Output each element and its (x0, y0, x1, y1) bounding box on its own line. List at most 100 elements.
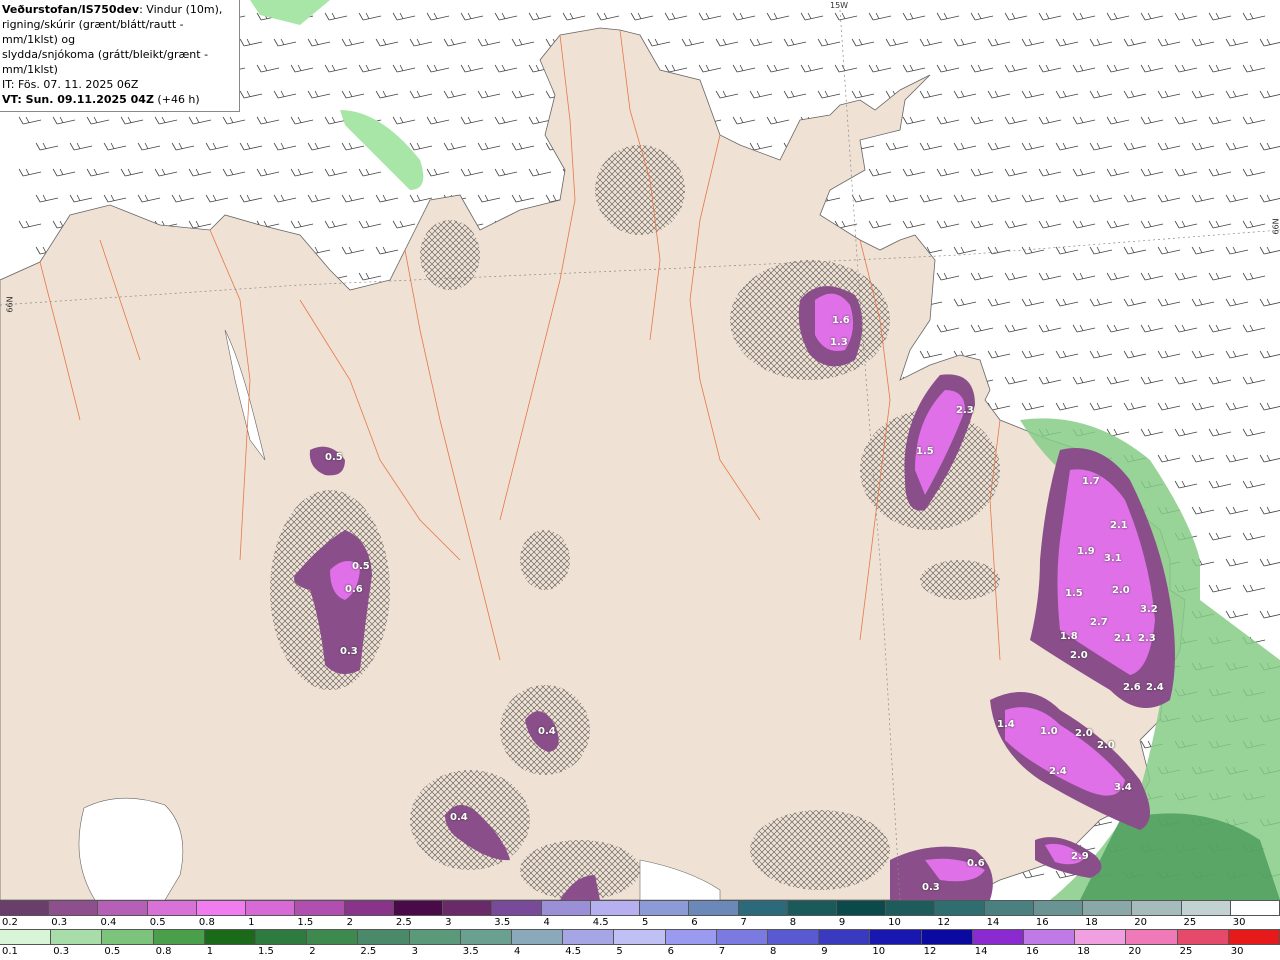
legend-swatch (196, 901, 247, 915)
legend-swatch (819, 930, 871, 944)
legend-swatch (614, 930, 666, 944)
precip-value: 0.5 (325, 452, 343, 463)
legend-swatch (1228, 930, 1280, 944)
legend-label: 2.5 (360, 946, 377, 957)
legend-swatch (1075, 930, 1127, 944)
legend-label: 0.1 (2, 946, 18, 957)
precip-value: 1.5 (916, 446, 934, 457)
legend-label: 14 (974, 946, 988, 957)
legend-label: 14 (986, 917, 1000, 928)
legend-swatch (935, 901, 985, 915)
legend-label: 18 (1077, 946, 1090, 957)
info-box: Veðurstofan/IS750dev: Vindur (10m), rign… (0, 0, 240, 112)
snow-legend-swatches (0, 900, 1280, 916)
legend-label: 16 (1026, 946, 1039, 957)
precip-value: 2.1 (1114, 633, 1132, 644)
legend-swatch (665, 930, 717, 944)
legend-swatch (409, 930, 461, 944)
legend-swatch (1132, 901, 1182, 915)
legend-label: 12 (937, 917, 951, 928)
longitude-label: 15W (830, 1, 849, 10)
legend-label: 30 (1230, 946, 1244, 957)
info-title-rest: : Vindur (10m), (139, 3, 223, 16)
legend-swatch (256, 930, 308, 944)
legend-swatch (768, 930, 820, 944)
precip-value: 2.0 (1070, 650, 1088, 661)
legend-label: 20 (1134, 917, 1148, 928)
legend-label: 3.5 (494, 917, 511, 928)
precip-value: 3.4 (1114, 782, 1132, 793)
info-line-3: slydda/snjókoma (grátt/bleikt/grænt - mm… (2, 48, 209, 76)
legend-swatch (153, 930, 205, 944)
precip-value: 1.5 (1065, 588, 1083, 599)
legend-label: 1 (206, 946, 214, 957)
legend-swatch (640, 901, 690, 915)
legend-label: 4 (514, 946, 521, 957)
legend-swatch (738, 901, 788, 915)
legend-swatch (1181, 901, 1231, 915)
legend-label: 10 (872, 946, 886, 957)
legend-swatch (1024, 930, 1076, 944)
legend-swatch (836, 901, 887, 915)
precip-value: 2.4 (1146, 682, 1164, 693)
precip-value: 1.9 (1077, 546, 1095, 557)
legend-swatch (358, 930, 410, 944)
legend-label: 1 (248, 917, 255, 928)
precip-value: 0.3 (922, 882, 940, 893)
snow-legend: 0.2 0.3 0.4 0.5 0.8 1 1.5 2 2.5 3 3.5 4 4.5 5 6 7 8 9 10 12… (0, 900, 1280, 929)
legend-swatch (1033, 901, 1084, 915)
legend-swatch (1177, 930, 1229, 944)
legend-swatch (246, 901, 296, 915)
legend-label: 0.8 (155, 946, 172, 957)
legend-swatch (870, 930, 922, 944)
legend-swatch (460, 930, 513, 944)
legend-swatch (512, 930, 564, 944)
legend-swatch (147, 901, 197, 915)
legend-label: 9 (821, 946, 828, 957)
legend-swatch (1083, 901, 1133, 915)
precip-value: 1.3 (830, 337, 848, 348)
legend-label: 9 (838, 917, 846, 928)
legend-label: 5 (642, 917, 649, 928)
legend-label: 1.5 (258, 946, 274, 957)
legend-label: 12 (923, 946, 937, 957)
precip-value: 1.7 (1082, 476, 1100, 487)
precip-value: 3.1 (1104, 553, 1122, 564)
valid-time-bold: VT: Sun. 09.11.2025 04Z (2, 93, 154, 106)
legend-label: 2 (346, 917, 353, 928)
legend-swatch (344, 901, 394, 915)
legend-label: 5 (616, 946, 623, 957)
legend-swatch (307, 930, 359, 944)
precip-value: 2.1 (1110, 520, 1128, 531)
legend-label: 0.3 (53, 946, 70, 957)
legend-label: 25 (1179, 946, 1193, 957)
legend-swatch (0, 930, 52, 944)
legend-label: 0.8 (198, 917, 215, 928)
legend-label: 2 (309, 946, 316, 957)
legend-swatch (1230, 901, 1280, 915)
precip-value: 0.6 (345, 584, 363, 595)
legend-label: 4.5 (592, 917, 609, 928)
valid-time-offset: (+46 h) (153, 93, 200, 106)
legend-swatch (689, 901, 739, 915)
legend-swatch (492, 901, 542, 915)
legend-label: 2.5 (395, 917, 412, 928)
legend-label: 25 (1183, 917, 1197, 928)
legend-swatch (716, 930, 769, 944)
precip-value: 2.3 (1138, 633, 1156, 644)
legend-label: 3.5 (462, 946, 479, 957)
legend-label: 1.5 (297, 917, 314, 928)
latitude-label-right: 66N (1271, 218, 1280, 235)
precip-value: 0.3 (340, 646, 358, 657)
precip-value: 1.6 (832, 315, 850, 326)
legend-swatch (393, 901, 444, 915)
legend-label: 10 (888, 917, 901, 928)
precip-value: 2.4 (1049, 766, 1067, 777)
rain-legend-swatches (0, 929, 1280, 945)
legend-swatch (972, 930, 1025, 944)
legend-swatch (590, 901, 641, 915)
legend-swatch (443, 901, 493, 915)
precip-value: 1.4 (997, 719, 1015, 730)
map-canvas (0, 0, 1280, 901)
precip-value: 2.0 (1112, 585, 1130, 596)
